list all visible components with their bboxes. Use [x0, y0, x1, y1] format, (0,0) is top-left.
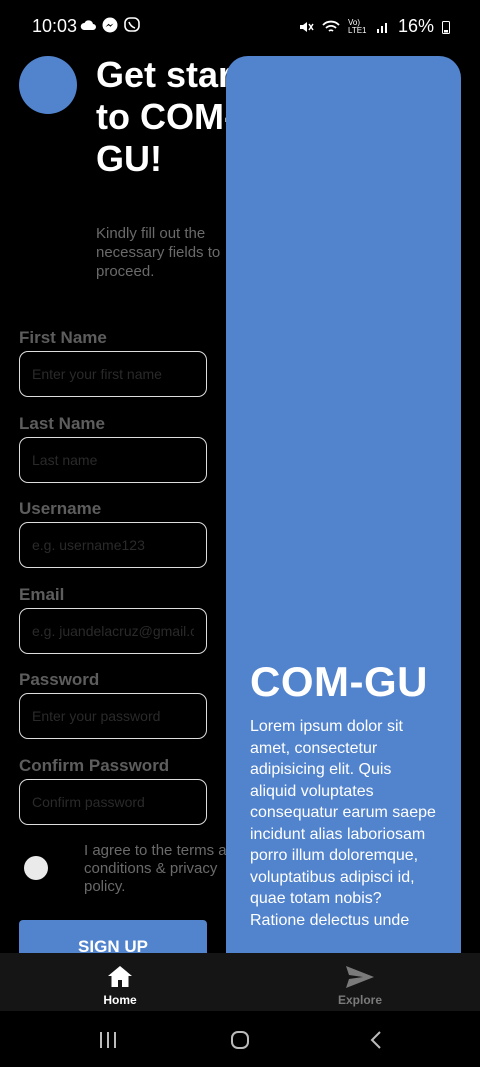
first-name-label: First Name [19, 328, 107, 347]
first-name-field[interactable] [19, 351, 207, 397]
app-logo [19, 56, 77, 114]
overlay-body: Lorem ipsum dolor sit amet, consectetur … [250, 718, 436, 929]
nav-label-home: Home [103, 993, 137, 1007]
password-label: Password [19, 670, 100, 689]
nav-item-home[interactable]: Home [0, 953, 240, 1011]
messenger-icon [102, 17, 118, 33]
email-label: Email [19, 585, 65, 604]
wifi-icon [322, 20, 340, 32]
viber-icon [124, 17, 140, 32]
nav-item-explore[interactable]: Explore [240, 953, 480, 1011]
back-icon [370, 1031, 381, 1049]
battery-icon [442, 20, 450, 34]
battery-level: 16% [397, 16, 434, 36]
signal-icon [376, 22, 387, 33]
info-overlay-card: COM-GU Lorem ipsum dolor sit amet, conse… [226, 56, 461, 976]
agree-terms-text: I agree to the terms and conditions & pr… [84, 842, 244, 895]
system-nav-bar [0, 1011, 480, 1067]
last-name-label: Last Name [19, 414, 105, 433]
home-system-button[interactable] [228, 1029, 252, 1051]
network-type: Vo) LTE1 [347, 17, 367, 35]
back-button[interactable] [366, 1029, 386, 1051]
overlay-title: COM-GU [250, 658, 428, 705]
system-status-icons: Vo) LTE1 16% [298, 16, 450, 37]
home-icon [108, 966, 132, 987]
cloud-icon [80, 20, 96, 30]
send-icon [346, 966, 374, 988]
username-field[interactable] [19, 522, 207, 568]
nav-label-explore: Explore [337, 993, 382, 1007]
password-field[interactable] [19, 693, 207, 739]
bottom-nav: Home Explore [0, 953, 480, 1011]
status-time: 10:03 [32, 16, 78, 36]
home-circle-icon [231, 1031, 249, 1049]
mute-icon [299, 21, 314, 32]
agree-toggle[interactable] [24, 856, 48, 880]
status-bar: 10:03 Vo) LTE1 16% [0, 0, 480, 54]
confirm-password-label: Confirm Password [19, 756, 170, 775]
username-label: Username [19, 499, 102, 518]
notification-icons [80, 17, 140, 33]
email-field[interactable] [19, 608, 207, 654]
recent-apps-icon [100, 1032, 116, 1048]
last-name-field[interactable] [19, 437, 207, 483]
confirm-password-field[interactable] [19, 779, 207, 825]
recent-apps-button[interactable] [96, 1029, 120, 1051]
